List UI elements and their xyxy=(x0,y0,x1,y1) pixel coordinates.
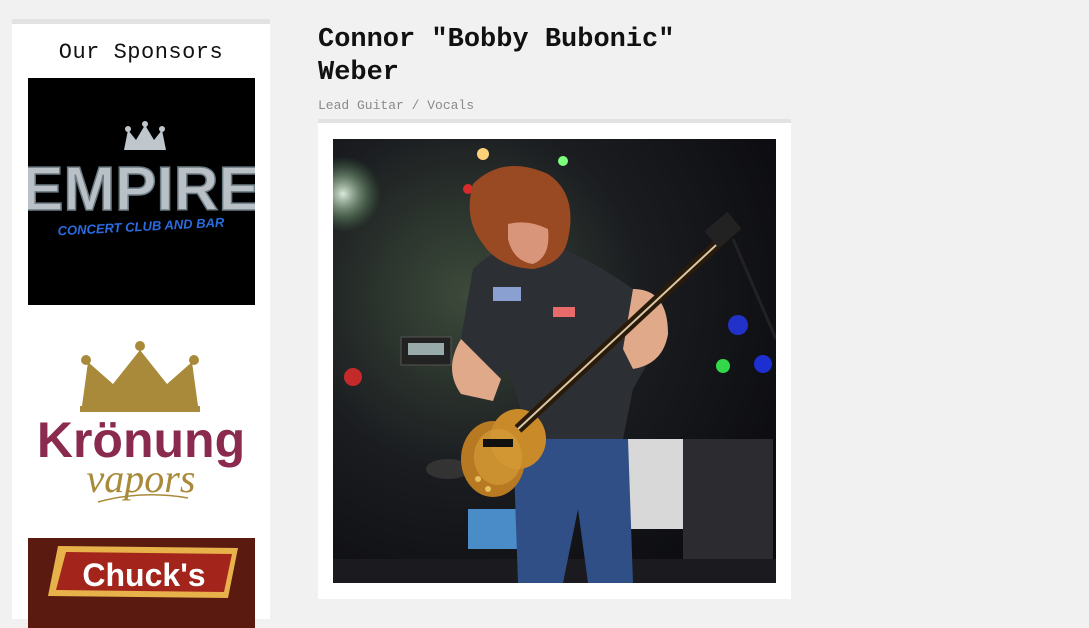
sponsor-empire-logo[interactable]: EMPIRE CONCERT CLUB AND BAR xyxy=(21,78,261,305)
chucks-logo-image: Chuck's xyxy=(28,538,255,628)
crown-icon xyxy=(80,341,200,412)
sponsor-kronung-logo[interactable]: Krönung vapors xyxy=(28,332,255,517)
member-name: Connor "Bobby Bubonic" Weber xyxy=(318,25,675,88)
photo-card xyxy=(318,119,791,599)
empire-logo-image: EMPIRE CONCERT CLUB AND BAR xyxy=(21,78,261,305)
svg-text:vapors: vapors xyxy=(87,456,196,501)
member-role: Lead Guitar / Vocals xyxy=(318,98,475,113)
sponsors-heading: Our Sponsors xyxy=(58,40,224,65)
guitarist-photo xyxy=(333,139,776,583)
svg-text:EMPIRE: EMPIRE xyxy=(28,155,255,224)
kronung-logo-image: Krönung vapors xyxy=(37,341,245,503)
sponsors-sidebar: Our Sponsors EMPIRE CONCERT CLUB AND BAR… xyxy=(12,19,270,628)
sponsor-chucks-logo[interactable]: Chuck's xyxy=(28,538,255,628)
